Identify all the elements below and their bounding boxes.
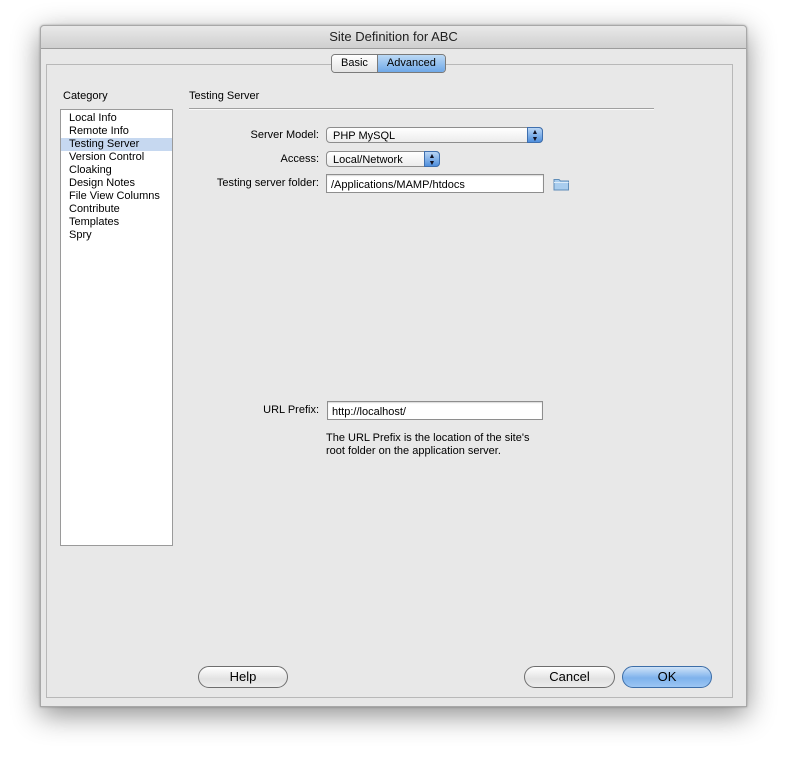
- category-item-file-view-columns[interactable]: File View Columns: [61, 190, 172, 203]
- url-prefix-input[interactable]: [327, 401, 543, 420]
- folder-icon[interactable]: [553, 177, 570, 191]
- category-item-version-control[interactable]: Version Control: [61, 151, 172, 164]
- category-item-contribute[interactable]: Contribute: [61, 203, 172, 216]
- section-title: Testing Server: [189, 90, 260, 102]
- server-model-label: Server Model:: [250, 129, 319, 141]
- window-title: Site Definition for ABC: [41, 26, 746, 49]
- updown-arrows-icon: ▲ ▼: [527, 127, 543, 143]
- access-select[interactable]: Local/Network ▲ ▼: [326, 151, 440, 167]
- category-list[interactable]: Local Info Remote Info Testing Server Ve…: [60, 109, 173, 546]
- tab-bar: Basic Advanced: [331, 54, 446, 73]
- cancel-button[interactable]: Cancel: [524, 666, 615, 688]
- category-item-templates[interactable]: Templates: [61, 216, 172, 229]
- category-item-remote-info[interactable]: Remote Info: [61, 125, 172, 138]
- category-item-cloaking[interactable]: Cloaking: [61, 164, 172, 177]
- testing-folder-label: Testing server folder:: [216, 177, 319, 189]
- tab-basic[interactable]: Basic: [332, 55, 377, 72]
- url-prefix-label: URL Prefix:: [263, 404, 319, 416]
- section-divider: [189, 108, 654, 110]
- site-definition-dialog: Site Definition for ABC Basic Advanced C…: [40, 25, 747, 707]
- testing-folder-input[interactable]: [326, 174, 544, 193]
- url-prefix-help-line: The URL Prefix is the location of the si…: [326, 432, 530, 444]
- server-model-value: PHP MySQL: [333, 130, 396, 142]
- category-heading: Category: [63, 90, 108, 102]
- access-value: Local/Network: [333, 154, 403, 166]
- updown-arrows-icon: ▲ ▼: [424, 151, 440, 167]
- url-prefix-help-text: The URL Prefix is the location of the si…: [326, 432, 566, 458]
- server-model-select[interactable]: PHP MySQL ▲ ▼: [326, 127, 543, 143]
- tab-advanced[interactable]: Advanced: [376, 55, 445, 72]
- access-label: Access:: [280, 153, 319, 165]
- category-item-local-info[interactable]: Local Info: [61, 112, 172, 125]
- category-item-spry[interactable]: Spry: [61, 229, 172, 242]
- category-item-testing-server[interactable]: Testing Server: [61, 138, 172, 151]
- help-button[interactable]: Help: [198, 666, 288, 688]
- ok-button[interactable]: OK: [622, 666, 712, 688]
- category-item-design-notes[interactable]: Design Notes: [61, 177, 172, 190]
- url-prefix-help-line: root folder on the application server.: [326, 445, 501, 457]
